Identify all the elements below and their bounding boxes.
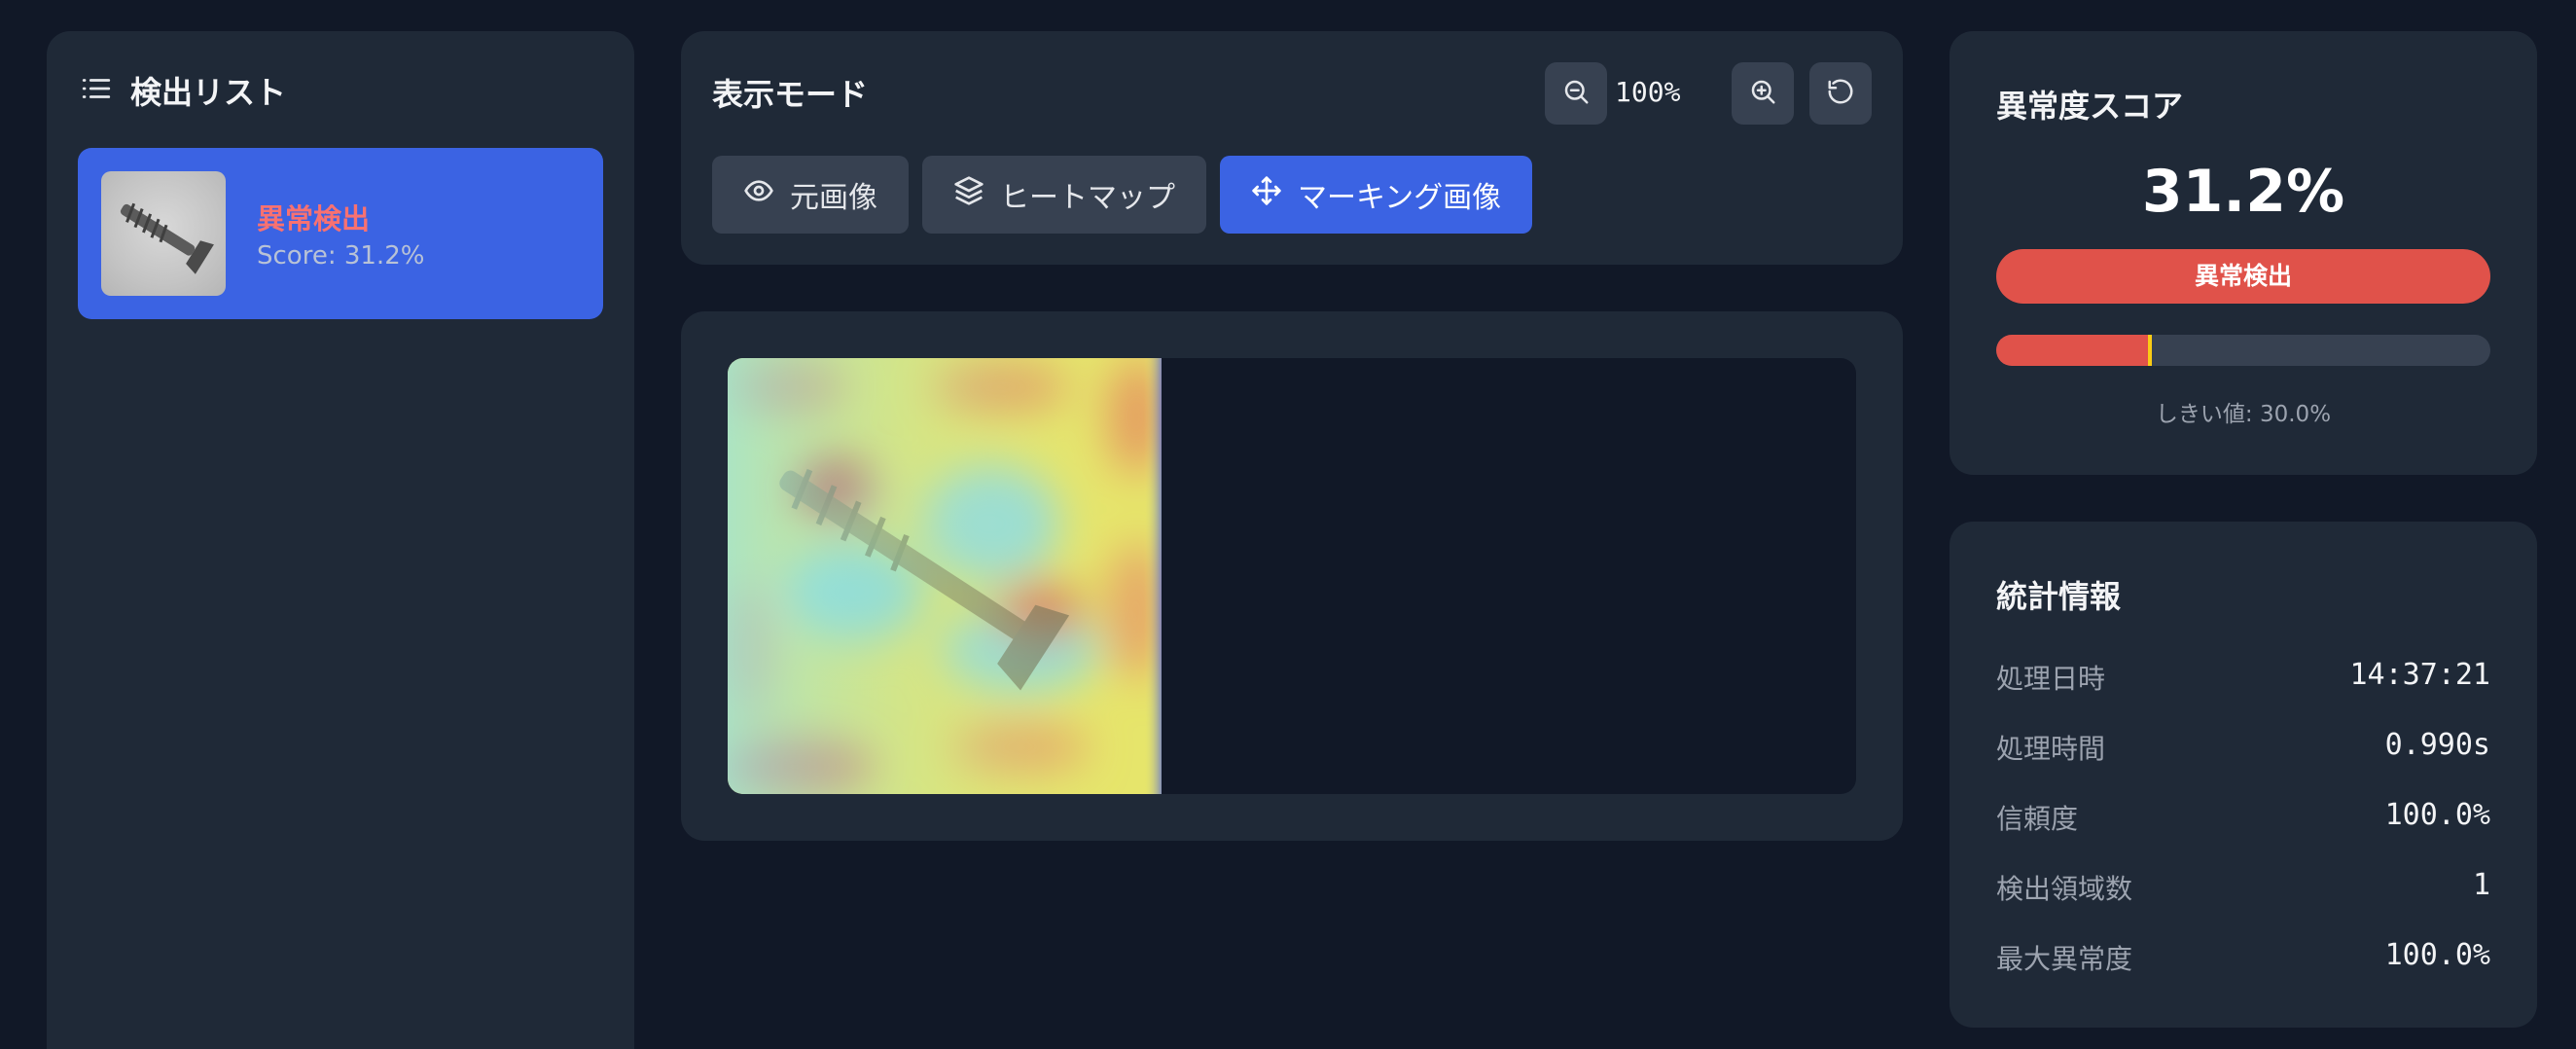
detection-list-title: 検出リスト	[130, 74, 287, 111]
stat-value: 100.0%	[2384, 938, 2490, 972]
stat-row-confidence: 信頼度 100.0%	[1996, 798, 2490, 837]
zoom-level: 100%	[1615, 76, 1681, 108]
threshold-marker	[2148, 335, 2153, 366]
screw-thumbnail	[101, 171, 226, 296]
reset-icon	[1826, 77, 1855, 110]
mode-marking-button[interactable]: マーキング画像	[1220, 156, 1533, 234]
detection-list-header: 検出リスト	[80, 68, 286, 113]
stat-label: 検出領域数	[1996, 873, 2133, 905]
stat-label: 処理日時	[1996, 663, 2106, 695]
score-progress-fill	[1996, 335, 2151, 366]
reset-zoom-button[interactable]	[1809, 62, 1872, 125]
threshold-label: しきい値: 30.0%	[2155, 402, 2332, 427]
mode-original-button[interactable]: 元画像	[712, 156, 909, 234]
move-icon	[1251, 175, 1282, 214]
stat-value: 0.990s	[2384, 728, 2490, 762]
stat-value: 1	[2472, 868, 2490, 902]
stat-row-region-count: 検出領域数 1	[1996, 868, 2490, 907]
mode-marking-label: マーキング画像	[1298, 181, 1502, 215]
display-mode-panel: 表示モード 100% 元画像 ヒートマップ マーキング画像	[681, 31, 1903, 265]
eye-icon	[743, 175, 774, 214]
display-mode-title: 表示モード	[712, 76, 869, 113]
anomaly-score-title: 異常度スコア	[1996, 88, 2184, 125]
stat-label: 最大異常度	[1996, 943, 2133, 975]
detection-list-panel: 検出リスト 異常検出 Score: 31.2%	[47, 31, 634, 1049]
anomaly-score-panel: 異常度スコア 31.2% 異常検出 しきい値: 30.0%	[1950, 31, 2537, 475]
heatmap-overlay-image	[728, 358, 1162, 794]
stat-row-processed-at: 処理日時 14:37:21	[1996, 658, 2490, 697]
item-status: 異常検出	[257, 202, 371, 235]
layers-icon	[953, 175, 984, 214]
item-score: Score: 31.2%	[257, 241, 425, 271]
stat-value: 100.0%	[2384, 798, 2490, 832]
zoom-in-icon	[1748, 77, 1777, 110]
statistics-panel: 統計情報 処理日時 14:37:21 処理時間 0.990s 信頼度 100.0…	[1950, 522, 2537, 1028]
stat-value: 14:37:21	[2349, 658, 2491, 692]
stat-label: 処理時間	[1996, 733, 2106, 765]
statistics-title: 統計情報	[1996, 578, 2122, 615]
stat-label: 信頼度	[1996, 803, 2079, 835]
list-icon	[80, 72, 113, 109]
zoom-in-button[interactable]	[1732, 62, 1794, 125]
mode-original-label: 元画像	[790, 181, 877, 215]
image-canvas[interactable]	[728, 358, 1856, 794]
zoom-out-button[interactable]	[1545, 62, 1607, 125]
mode-heatmap-button[interactable]: ヒートマップ	[922, 156, 1206, 234]
stat-row-processing-time: 処理時間 0.990s	[1996, 728, 2490, 767]
status-badge: 異常検出	[1996, 249, 2490, 304]
score-progress-bar	[1996, 335, 2490, 366]
image-viewer-panel	[681, 311, 1903, 841]
mode-heatmap-label: ヒートマップ	[1000, 181, 1175, 215]
anomaly-score-value: 31.2%	[2141, 158, 2345, 226]
stat-row-max-anomaly: 最大異常度 100.0%	[1996, 938, 2490, 977]
list-item[interactable]: 異常検出 Score: 31.2%	[78, 148, 603, 319]
zoom-out-icon	[1561, 77, 1591, 110]
